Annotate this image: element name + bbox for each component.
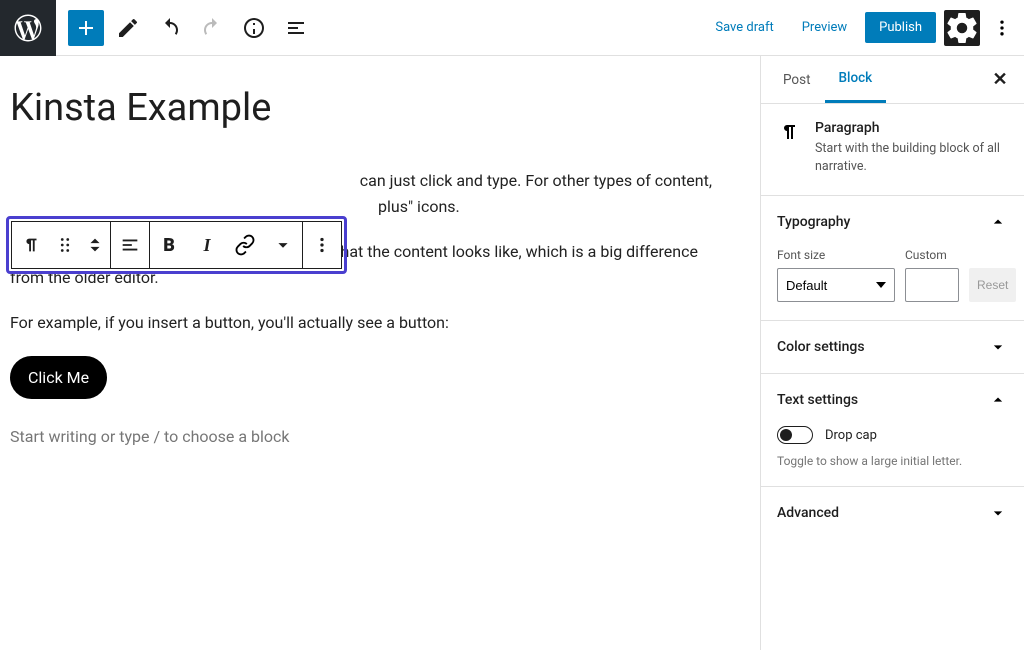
block-more-options-button[interactable] <box>303 222 341 268</box>
details-button[interactable] <box>236 10 272 46</box>
link-icon <box>234 234 256 256</box>
transform-block-button[interactable] <box>12 222 50 268</box>
italic-icon: I <box>203 235 210 256</box>
paragraph-block-1[interactable]: This is where you can add content. To ad… <box>10 168 712 219</box>
panel-advanced: Advanced <box>761 486 1024 539</box>
post-title[interactable]: Kinsta Example <box>10 86 712 130</box>
link-button[interactable] <box>226 222 264 268</box>
more-vertical-icon <box>992 18 1012 38</box>
drag-handle[interactable] <box>50 222 80 268</box>
tab-block[interactable]: Block <box>825 56 887 103</box>
font-size-label: Font size <box>777 248 895 262</box>
redo-icon <box>200 16 224 40</box>
undo-icon <box>158 16 182 40</box>
more-vertical-icon <box>311 234 333 256</box>
bold-icon: B <box>163 235 175 256</box>
outline-button[interactable] <box>278 10 314 46</box>
settings-sidebar: Post Block ✕ Paragraph Start with the bu… <box>760 0 1024 650</box>
settings-button[interactable] <box>944 10 980 46</box>
pencil-icon <box>116 16 140 40</box>
panel-text: Text settings Drop cap Toggle to show a … <box>761 373 1024 486</box>
block-toolbar: B I <box>11 221 342 269</box>
top-toolbar: Save draft Preview Publish <box>0 0 1024 56</box>
redo-button[interactable] <box>194 10 230 46</box>
bold-button[interactable]: B <box>150 222 188 268</box>
block-toolbar-highlight: B I <box>6 216 347 274</box>
close-icon: ✕ <box>992 69 1007 90</box>
editor-canvas: Kinsta Example This is where you can add… <box>0 0 760 650</box>
drop-cap-toggle[interactable] <box>777 426 813 444</box>
block-description: Start with the building block of all nar… <box>815 140 1008 175</box>
block-info: Paragraph Start with the building block … <box>761 104 1024 195</box>
chevron-down-icon <box>988 337 1008 357</box>
undo-button[interactable] <box>152 10 188 46</box>
preview-button[interactable]: Preview <box>792 14 857 41</box>
list-icon <box>284 16 308 40</box>
wp-logo[interactable] <box>0 0 56 56</box>
font-size-select[interactable]: Default <box>777 268 895 302</box>
move-block-buttons[interactable] <box>80 222 110 268</box>
publish-button[interactable]: Publish <box>865 12 936 43</box>
panel-advanced-toggle[interactable]: Advanced <box>761 487 1024 539</box>
chevron-up-icon <box>988 212 1008 232</box>
add-block-button[interactable] <box>68 10 104 46</box>
panel-typography: Typography Font size Default Custom Rese… <box>761 195 1024 320</box>
align-button[interactable] <box>111 222 149 268</box>
drag-icon <box>54 234 76 256</box>
paragraph-block-3[interactable]: For example, if you insert a button, you… <box>10 310 712 336</box>
tools-button[interactable] <box>110 10 146 46</box>
drop-cap-label: Drop cap <box>825 428 877 443</box>
paragraph-icon <box>777 120 801 144</box>
chevron-down-icon <box>272 234 294 256</box>
button-block[interactable]: Click Me <box>10 356 107 399</box>
panel-text-toggle[interactable]: Text settings <box>761 374 1024 426</box>
italic-button[interactable]: I <box>188 222 226 268</box>
tab-post[interactable]: Post <box>769 58 825 102</box>
block-name: Paragraph <box>815 120 1008 136</box>
more-options-button[interactable] <box>988 10 1016 46</box>
paragraph-icon <box>20 234 42 256</box>
more-rich-text-button[interactable] <box>264 222 302 268</box>
chevron-up-icon <box>988 390 1008 410</box>
align-left-icon <box>119 234 141 256</box>
custom-size-label: Custom <box>905 248 959 262</box>
close-sidebar-button[interactable]: ✕ <box>984 64 1016 96</box>
info-icon <box>242 16 266 40</box>
save-draft-button[interactable]: Save draft <box>705 14 783 41</box>
panel-color-toggle[interactable]: Color settings <box>761 321 1024 373</box>
move-up-down-icon <box>84 234 106 256</box>
sidebar-tabs: Post Block ✕ <box>761 56 1024 104</box>
empty-block-placeholder[interactable]: Start writing or type / to choose a bloc… <box>10 427 712 446</box>
drop-cap-help: Toggle to show a large initial letter. <box>777 454 1008 468</box>
plus-icon <box>74 16 98 40</box>
reset-font-size-button[interactable]: Reset <box>969 268 1016 302</box>
gear-icon <box>944 10 980 46</box>
wordpress-icon <box>14 14 42 42</box>
custom-size-input[interactable] <box>905 268 959 302</box>
chevron-down-icon <box>988 503 1008 523</box>
panel-typography-toggle[interactable]: Typography <box>761 196 1024 248</box>
panel-color: Color settings <box>761 320 1024 373</box>
